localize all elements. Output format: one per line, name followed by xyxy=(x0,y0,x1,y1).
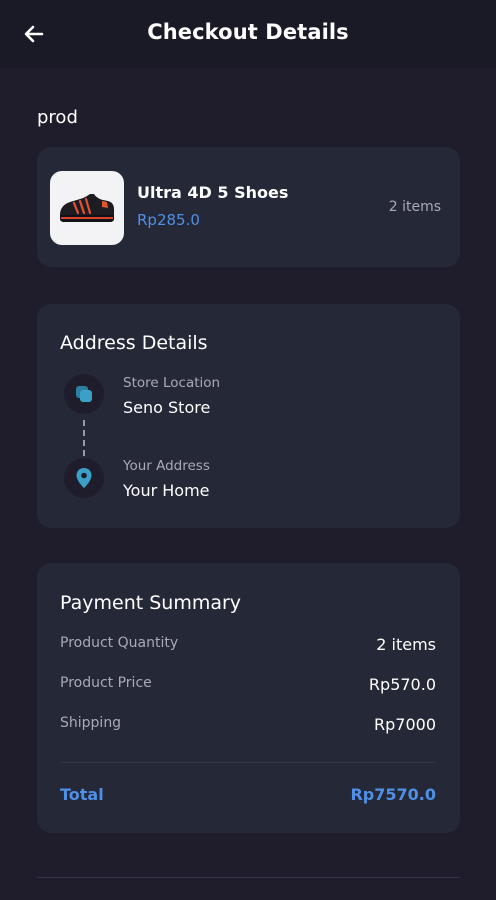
payment-row-value: Rp7000 xyxy=(374,715,436,734)
payment-row-value: 2 items xyxy=(376,635,436,654)
payment-row-quantity: Product Quantity 2 items xyxy=(60,635,436,657)
store-location-label: Store Location xyxy=(123,375,221,391)
your-address-label: Your Address xyxy=(123,458,210,474)
store-location-value: Seno Store xyxy=(123,398,211,417)
your-address-value: Your Home xyxy=(123,481,210,500)
total-value: Rp7570.0 xyxy=(350,785,436,804)
app-bar: Checkout Details xyxy=(0,0,496,68)
payment-row-label: Shipping xyxy=(60,715,122,731)
shoe-icon xyxy=(60,194,114,222)
address-title: Address Details xyxy=(60,332,208,354)
payment-row-price: Product Price Rp570.0 xyxy=(60,675,436,697)
section-label: prod xyxy=(37,107,78,128)
store-icon xyxy=(76,386,92,402)
payment-row-value: Rp570.0 xyxy=(368,675,436,694)
location-pin-icon xyxy=(76,468,92,488)
address-card: Address Details Store Location Seno Stor… xyxy=(37,304,460,528)
payment-summary-card: Payment Summary Product Quantity 2 items… xyxy=(37,563,460,833)
total-label: Total xyxy=(60,785,104,804)
payment-row-shipping: Shipping Rp7000 xyxy=(60,715,436,737)
payment-divider xyxy=(60,762,436,763)
address-icon-badge xyxy=(64,458,104,498)
product-name: Ultra 4D 5 Shoes xyxy=(137,183,289,202)
product-quantity: 2 items xyxy=(388,199,441,215)
bottom-divider xyxy=(37,877,460,878)
payment-row-label: Product Price xyxy=(60,675,152,691)
product-card[interactable]: Ultra 4D 5 Shoes Rp285.0 2 items xyxy=(37,147,460,267)
payment-title: Payment Summary xyxy=(60,592,242,614)
page-title: Checkout Details xyxy=(147,20,349,44)
product-price: Rp285.0 xyxy=(137,211,200,229)
product-image xyxy=(50,171,124,245)
route-dashed-line xyxy=(83,420,85,456)
store-icon-badge xyxy=(64,374,104,414)
payment-row-label: Product Quantity xyxy=(60,635,179,651)
